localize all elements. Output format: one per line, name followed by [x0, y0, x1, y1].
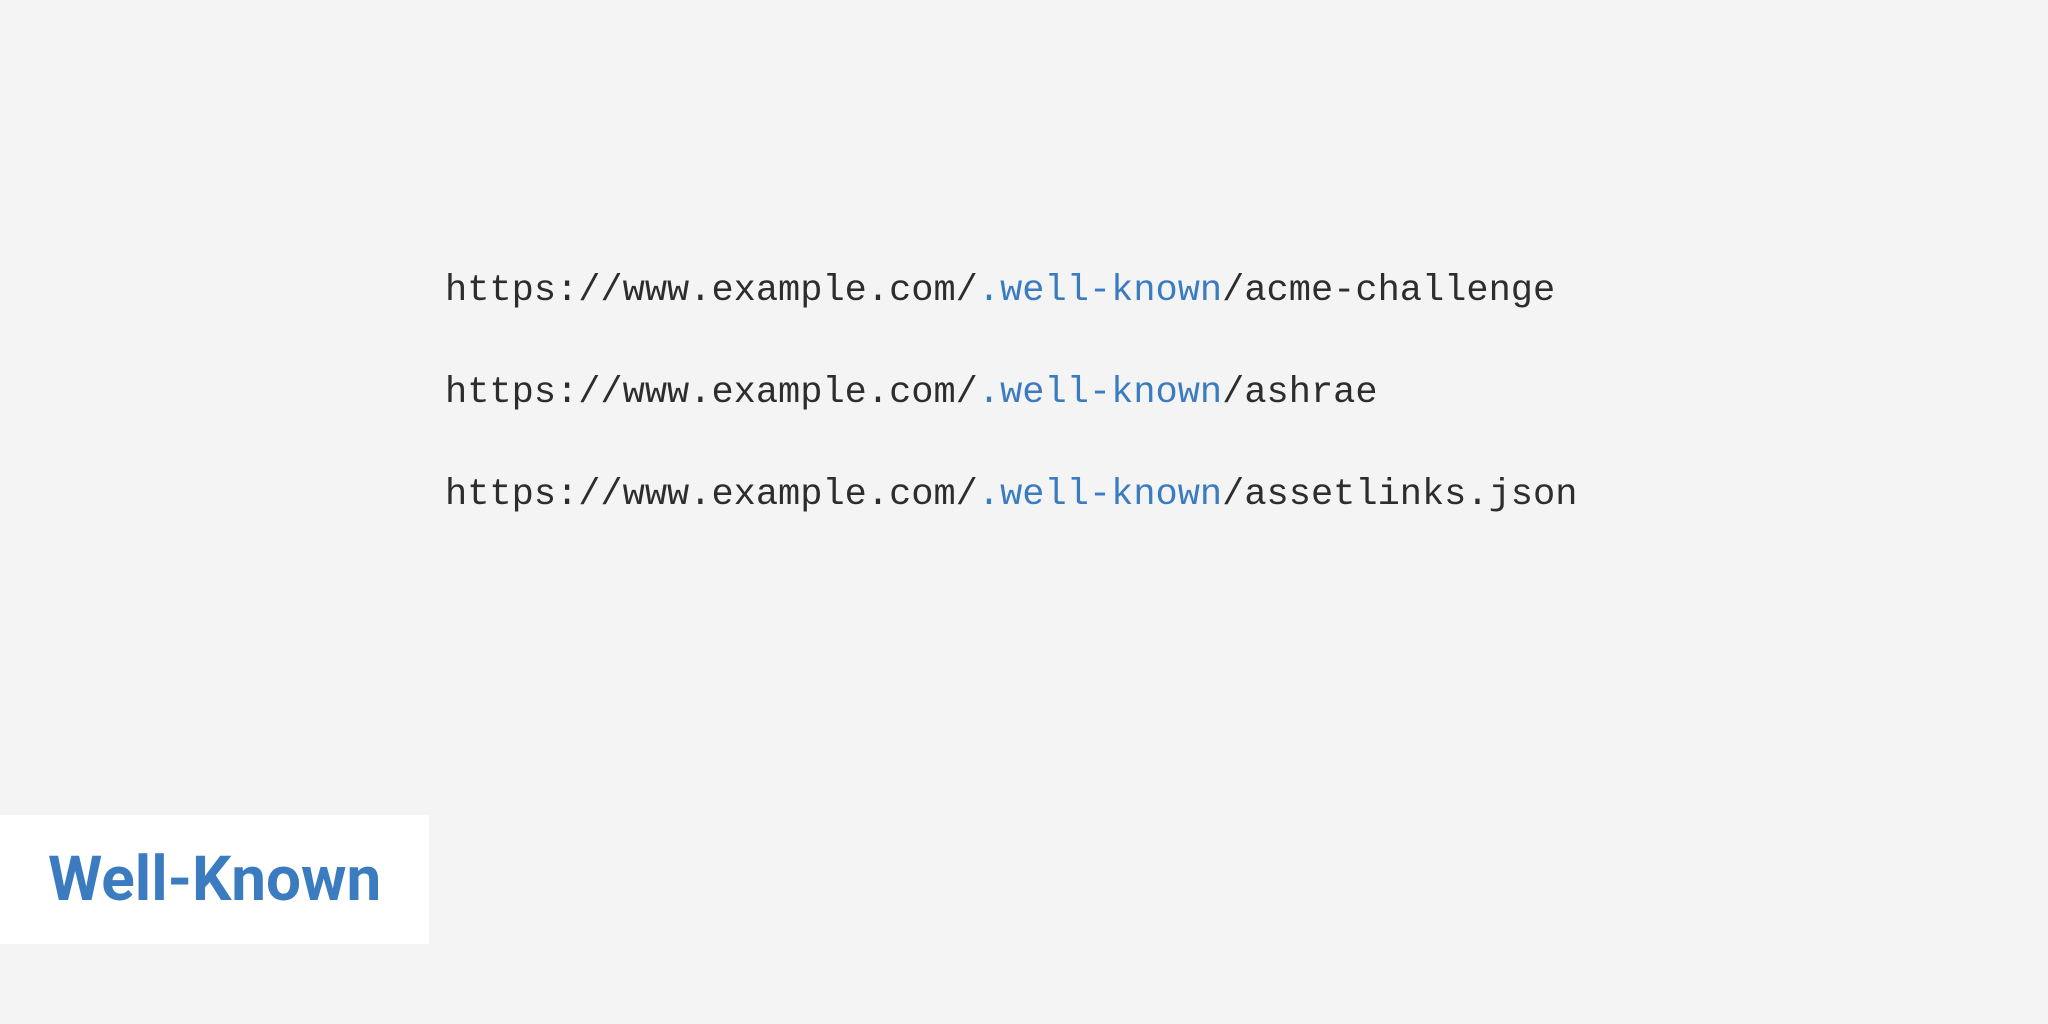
url-highlight: .well-known [978, 474, 1222, 516]
url-suffix: /ashrae [1222, 372, 1377, 414]
url-prefix: https://www.example.com/ [445, 270, 978, 312]
slide-title: Well-Known [48, 843, 381, 916]
url-list: https://www.example.com/.well-known/acme… [445, 270, 1577, 576]
title-box: Well-Known [0, 815, 429, 944]
url-suffix: /acme-challenge [1222, 270, 1555, 312]
url-line-3: https://www.example.com/.well-known/asse… [445, 474, 1577, 516]
url-prefix: https://www.example.com/ [445, 474, 978, 516]
url-suffix: /assetlinks.json [1222, 474, 1577, 516]
url-line-2: https://www.example.com/.well-known/ashr… [445, 372, 1577, 414]
url-highlight: .well-known [978, 372, 1222, 414]
url-highlight: .well-known [978, 270, 1222, 312]
url-prefix: https://www.example.com/ [445, 372, 978, 414]
url-line-1: https://www.example.com/.well-known/acme… [445, 270, 1577, 312]
